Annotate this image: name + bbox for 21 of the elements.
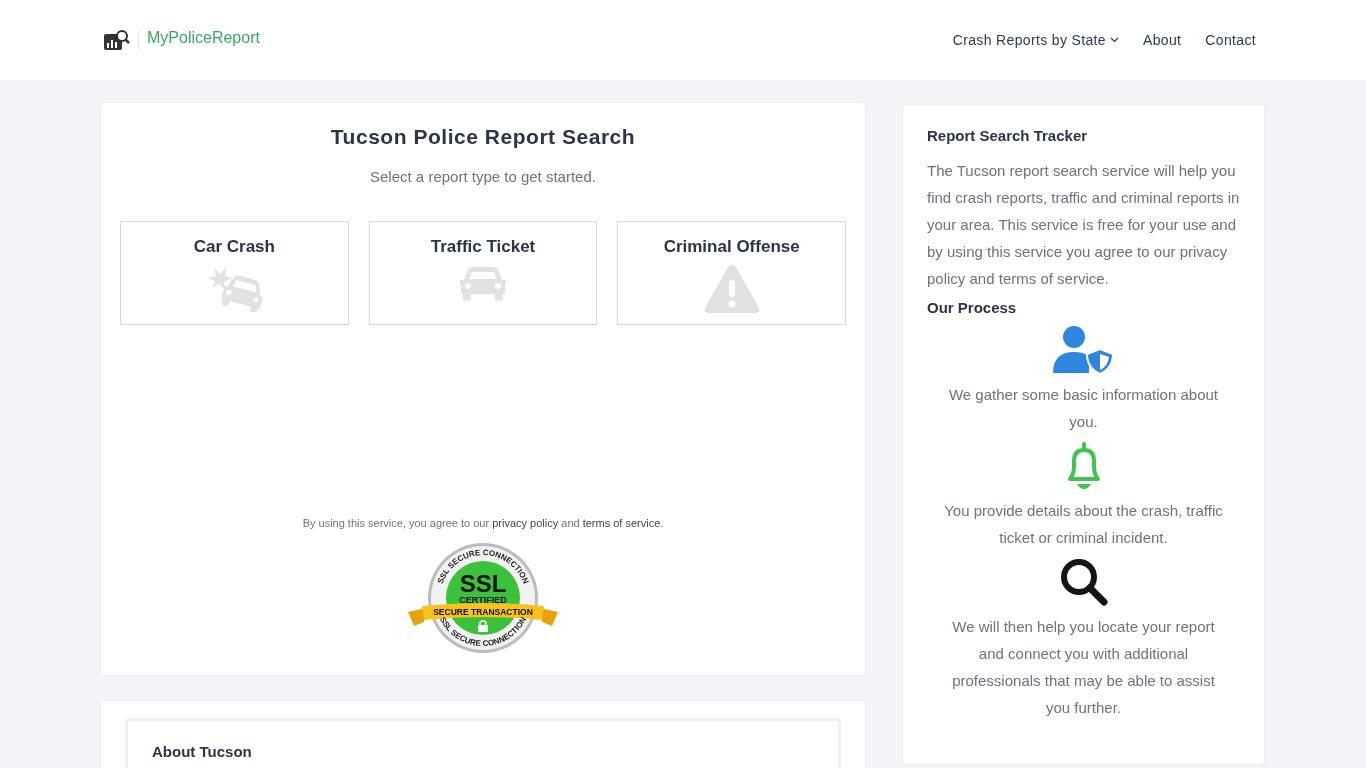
search-icon bbox=[1058, 557, 1109, 607]
process-title: Our Process bbox=[927, 297, 1018, 318]
report-type-card[interactable]: Criminal Offense bbox=[617, 221, 846, 325]
warning-icon bbox=[703, 263, 760, 314]
tracker-intro: The Tucson report search service will help you find crash reports, traffic and criminal reports in your area. This service is free for your use and by using this service you agree to our privacy policy and terms of service. bbox=[927, 160, 1240, 289]
about-title: About Tucson bbox=[152, 742, 253, 762]
subtitle: Select a report type to get started. bbox=[370, 166, 596, 187]
nav-link[interactable]: Crash Reports by State bbox=[952, 29, 1119, 51]
process-step-text: We will then help you locate your report and connect you with additional professionals that may be able to assist you further. bbox=[951, 617, 1216, 718]
privacy-policy-link[interactable]: privacy policy bbox=[492, 517, 559, 529]
page-title: Tucson Police Report Search bbox=[330, 124, 636, 150]
process-step-text: You provide details about the crash, traffic ticket or criminal incident. bbox=[943, 501, 1224, 548]
report-type-card[interactable]: Traffic Ticket bbox=[368, 221, 598, 325]
nav-link[interactable]: Contact bbox=[1205, 29, 1256, 51]
report-type-card[interactable]: Car Crash bbox=[120, 221, 349, 325]
agreement-text: By using this service, you agree to our privacy policy and terms of service. bbox=[302, 516, 664, 531]
nav-link[interactable]: About bbox=[1142, 29, 1182, 51]
logo-icon bbox=[104, 29, 130, 51]
tracker-title: Report Search Tracker bbox=[927, 126, 1089, 146]
user-shield-icon bbox=[1052, 325, 1115, 375]
process-step-text: We gather some basic information about you. bbox=[947, 385, 1219, 432]
